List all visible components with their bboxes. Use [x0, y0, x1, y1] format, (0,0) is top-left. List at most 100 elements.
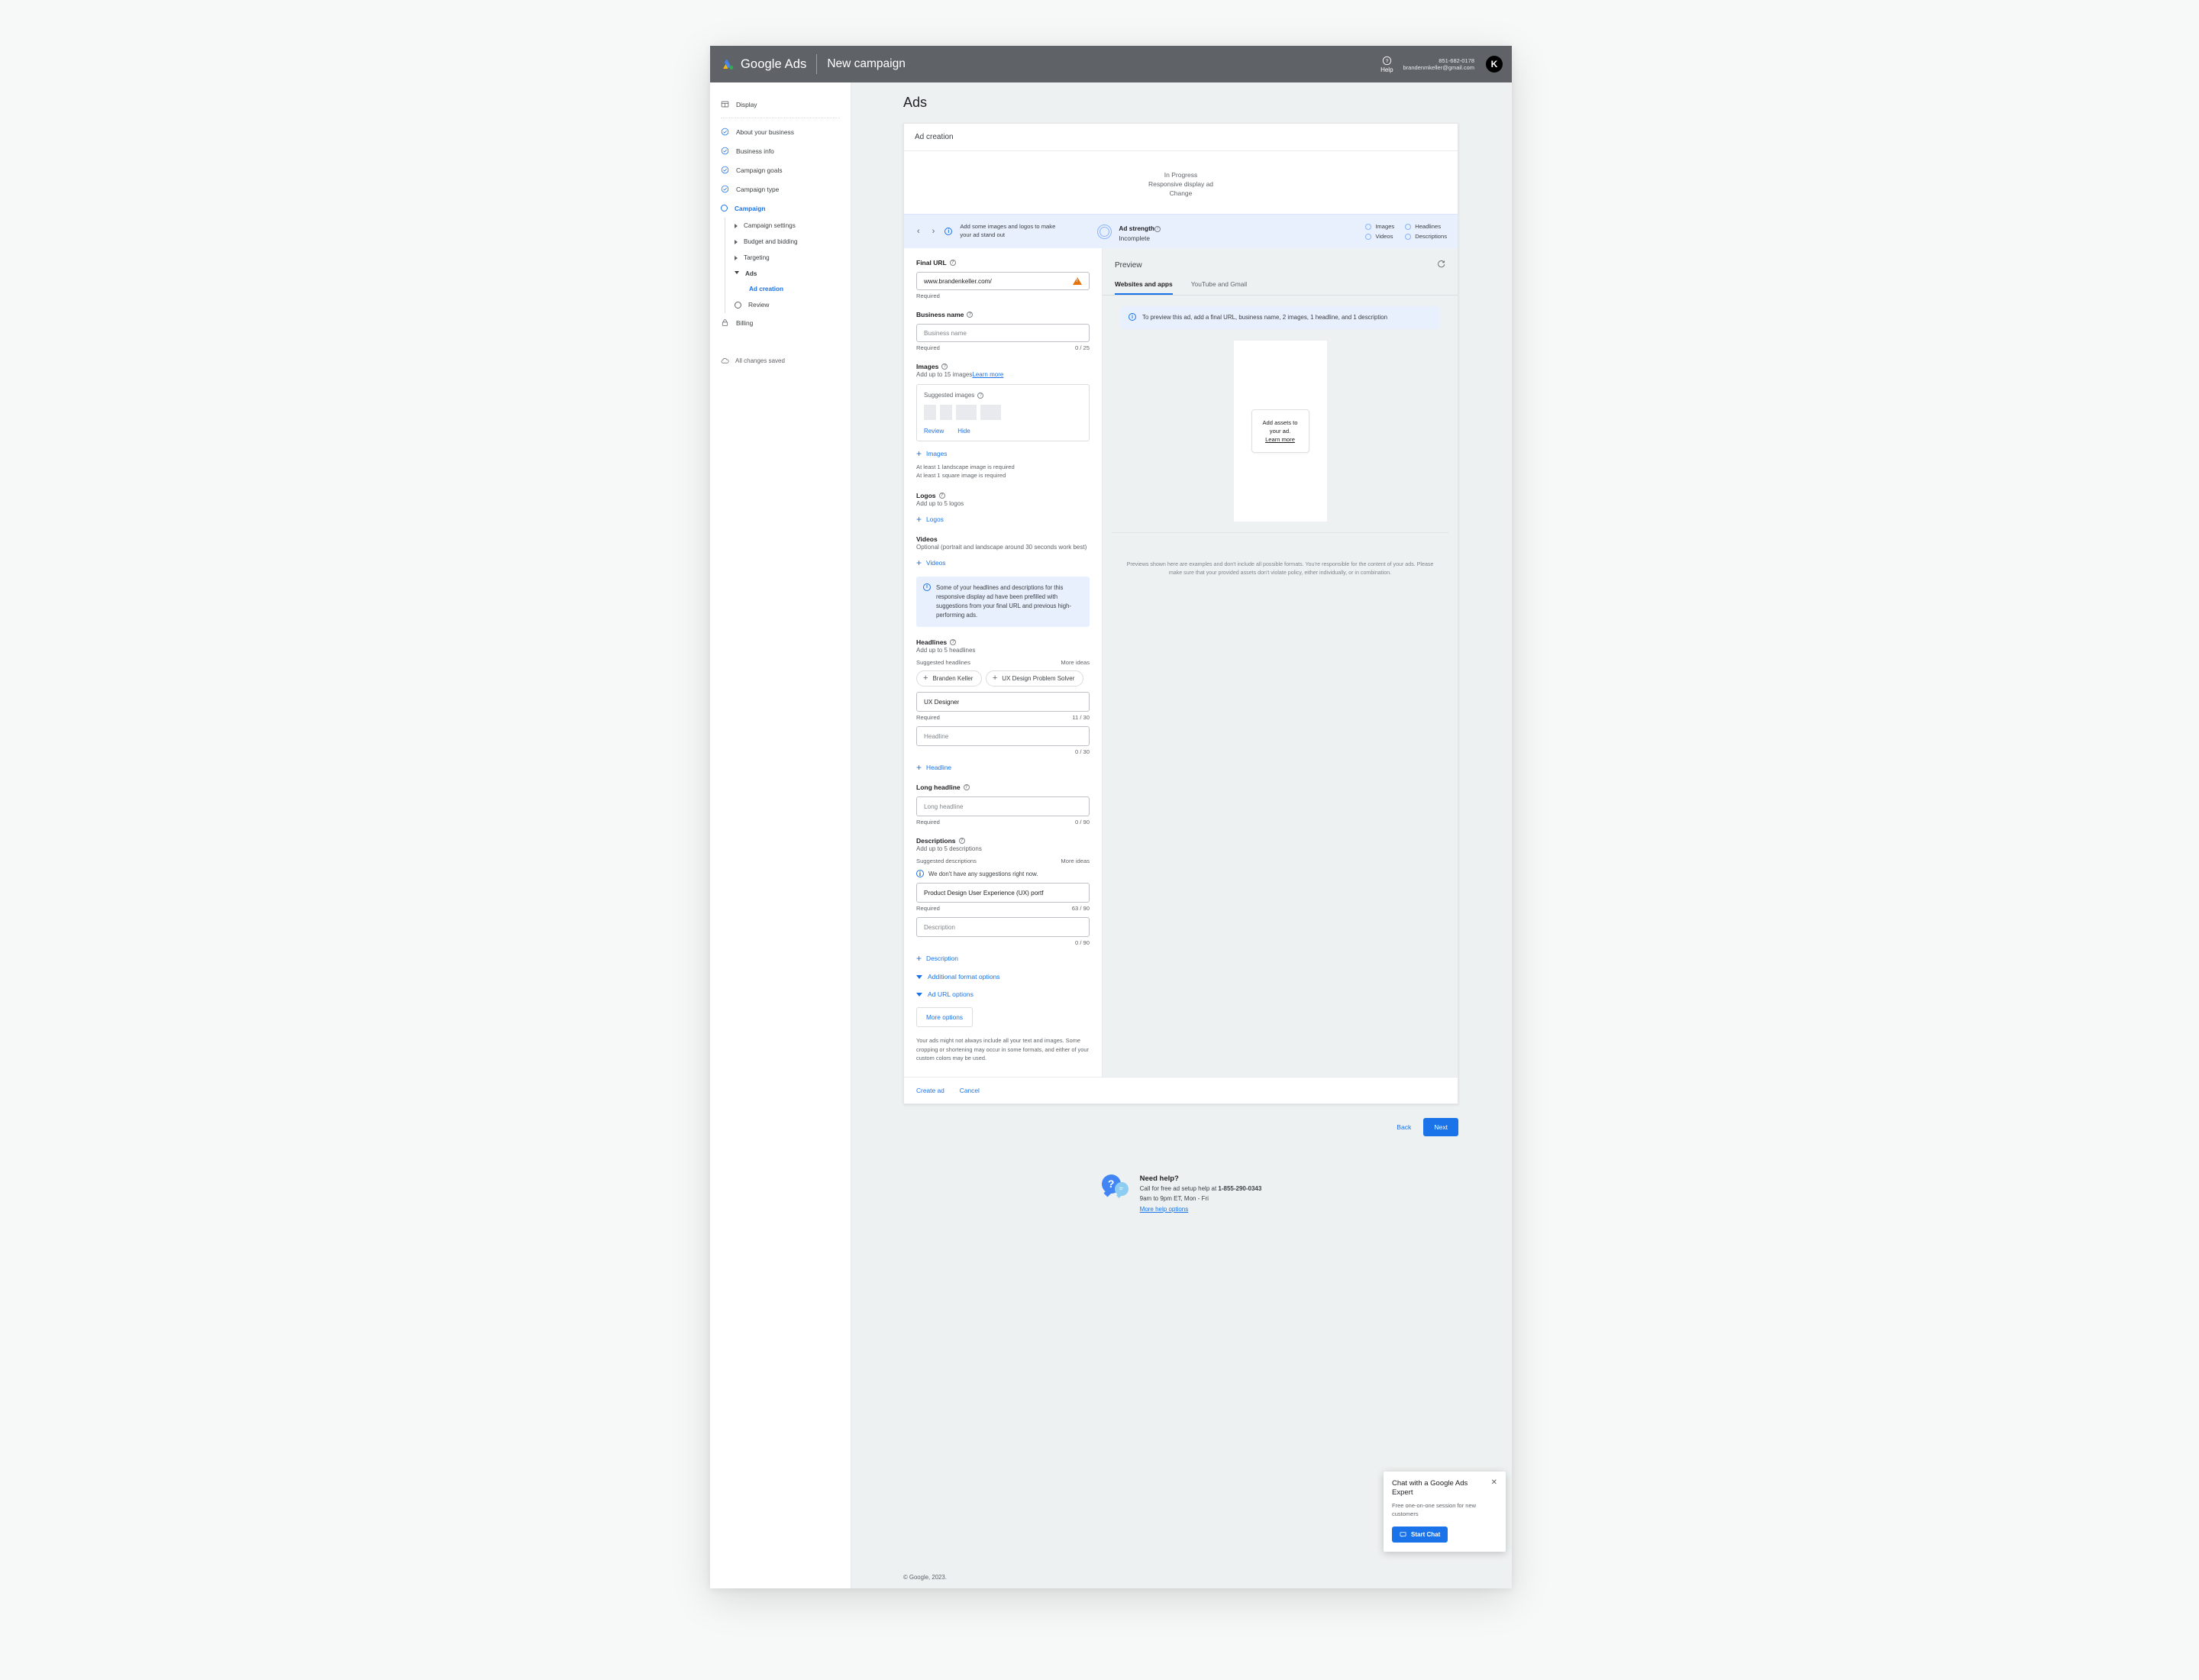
next-tip-button[interactable]: › [930, 227, 938, 236]
prev-tip-button[interactable]: ‹ [915, 227, 922, 236]
plus-icon: + [992, 674, 998, 683]
help-icon[interactable]: ? [958, 838, 965, 845]
ad-url-options-expander[interactable]: Ad URL options [916, 990, 1090, 998]
sidebar-item-label: Campaign goals [736, 166, 783, 174]
final-url-input[interactable]: www.brandenkeller.com/ [916, 272, 1090, 290]
sidebar-item-display[interactable]: Display [710, 95, 851, 114]
account-info[interactable]: 851-682-0178 brandenmkeller@gmail.com [1403, 57, 1474, 72]
more-help-options-link[interactable]: More help options [1140, 1206, 1189, 1213]
headlines-more-ideas-link[interactable]: More ideas [1061, 659, 1090, 666]
check-circle-icon [721, 166, 729, 174]
preview-notice: i To preview this ad, add a final URL, b… [1121, 306, 1439, 329]
ad-strength-donut-icon [1097, 224, 1112, 239]
help-icon[interactable]: ? [963, 784, 970, 791]
help-icon[interactable]: ? [949, 260, 956, 266]
help-icon[interactable]: ? [1154, 226, 1161, 232]
sidebar-item-label: Billing [736, 318, 754, 327]
images-learn-more-link[interactable]: Learn more [972, 371, 1003, 378]
refresh-preview-button[interactable] [1437, 258, 1445, 272]
main-content: Ads Ad creation In Progress Responsive d… [851, 82, 1512, 1588]
business-name-label: Business name? [916, 311, 1090, 318]
sidebar-item-review[interactable]: Review [725, 296, 851, 313]
image-thumbnail[interactable] [940, 405, 952, 420]
sidebar-item-campaign[interactable]: Campaign [710, 199, 851, 218]
add-headline-button[interactable]: + Headline [916, 763, 1090, 772]
help-label: Help [1380, 66, 1393, 73]
help-button[interactable]: ? Help [1380, 56, 1393, 73]
tab-websites-and-apps[interactable]: Websites and apps [1115, 280, 1173, 295]
images-section: Images? Add up to 15 imagesLearn more Su… [916, 363, 1090, 480]
ad-creation-card: Ad creation In Progress Responsive displ… [903, 123, 1458, 1104]
need-help-strip: ? Need help? Call for free ad setup help… [851, 1163, 1512, 1222]
lines-icon [1119, 1187, 1123, 1190]
headline-2-meta: 0 / 30 [916, 748, 1090, 755]
avatar[interactable]: K [1486, 56, 1503, 73]
more-options-button[interactable]: More options [916, 1007, 973, 1028]
cancel-button[interactable]: Cancel [960, 1087, 980, 1094]
help-icon[interactable]: ? [941, 363, 948, 370]
image-thumbnail[interactable] [924, 405, 936, 420]
hide-suggestions-button[interactable]: Hide [957, 428, 970, 435]
sidebar-item-campaign-settings[interactable]: Campaign settings [725, 218, 851, 234]
next-button[interactable]: Next [1423, 1117, 1458, 1136]
ad-strength-meter-group: Ad strength? Incomplete [1097, 221, 1161, 242]
headline-suggestion-chip[interactable]: + Branden Keller [916, 670, 983, 687]
create-ad-button[interactable]: Create ad [916, 1087, 945, 1094]
checklist-item-headlines: Headlines [1405, 223, 1447, 230]
cloud-done-icon [721, 358, 729, 363]
suggested-images-actions: Review Hide [924, 428, 1082, 435]
review-suggestions-button[interactable]: Review [924, 428, 944, 435]
sidebar-item-campaign-type[interactable]: Campaign type [710, 179, 851, 199]
final-url-value: www.brandenkeller.com/ [924, 277, 992, 285]
campaign-title: New campaign [827, 57, 906, 70]
sidebar-item-billing[interactable]: Billing [710, 313, 851, 332]
preview-canvas: Add assets to your ad. Learn more [1233, 340, 1327, 522]
sidebar-item-campaign-goals[interactable]: Campaign goals [710, 160, 851, 179]
back-button[interactable]: Back [1397, 1123, 1411, 1131]
image-thumbnail[interactable] [980, 405, 1001, 420]
topbar-right-cluster: ? Help 851-682-0178 brandenmkeller@gmail… [1380, 56, 1503, 73]
sidebar-item-business-info[interactable]: Business info [710, 141, 851, 160]
add-description-button[interactable]: + Description [916, 954, 1090, 963]
close-icon[interactable]: ✕ [1491, 1478, 1497, 1487]
start-chat-button[interactable]: Start Chat [1392, 1527, 1448, 1543]
sidebar-item-budget-and-bidding[interactable]: Budget and bidding [725, 234, 851, 250]
add-assets-learn-more-link[interactable]: Learn more [1257, 435, 1304, 444]
business-name-counter: 0 / 25 [1075, 344, 1090, 351]
help-icon[interactable]: ? [950, 639, 957, 646]
sidebar: Display About your business Business inf… [710, 82, 851, 1588]
headline-input-1[interactable]: UX Designer [916, 692, 1090, 712]
headline-suggestion-chip[interactable]: + UX Design Problem Solver [985, 670, 1084, 687]
additional-format-options-expander[interactable]: Additional format options [916, 973, 1090, 981]
ad-strength-checklist: Images Headlines Videos Descriptions [1365, 223, 1447, 240]
refresh-icon [1438, 260, 1445, 268]
ad-status-progress: In Progress [1164, 171, 1198, 179]
headline-input-2[interactable]: Headline [916, 726, 1090, 747]
add-images-button[interactable]: + Images [916, 449, 1090, 458]
add-logos-button[interactable]: + Logos [916, 515, 1090, 524]
descriptions-more-ideas-link[interactable]: More ideas [1061, 858, 1090, 864]
check-circle-icon [721, 185, 729, 193]
suggested-images-box: Suggested images? Review Hide [916, 384, 1090, 441]
long-headline-input[interactable]: Long headline [916, 796, 1090, 817]
sidebar-item-targeting[interactable]: Targeting [725, 250, 851, 266]
google-ads-logo[interactable]: Google Ads [721, 57, 806, 72]
help-icon[interactable]: ? [938, 492, 945, 499]
sidebar-item-ads[interactable]: Ads [725, 266, 851, 282]
business-name-input[interactable]: Business name [916, 324, 1090, 342]
help-icon[interactable]: ? [967, 312, 974, 318]
image-thumbnail[interactable] [956, 405, 977, 420]
sidebar-item-about-your-business[interactable]: About your business [710, 122, 851, 141]
change-ad-type-link[interactable]: Change [1170, 189, 1193, 197]
tab-youtube-and-gmail[interactable]: YouTube and Gmail [1191, 280, 1247, 295]
description-input-2[interactable]: Description [916, 917, 1090, 938]
brand-label: Google Ads [741, 57, 807, 71]
sidebar-item-ad-creation[interactable]: Ad creation [725, 282, 851, 296]
circle-icon [721, 205, 728, 212]
account-phone: 851-682-0178 [1439, 57, 1474, 64]
description-input-1[interactable]: Product Design User Experience (UX) port… [916, 883, 1090, 903]
help-icon[interactable]: ? [977, 392, 984, 399]
description-2-meta: 0 / 90 [916, 939, 1090, 946]
add-videos-button[interactable]: + Videos [916, 558, 1090, 567]
images-label: Images? [916, 363, 1090, 370]
